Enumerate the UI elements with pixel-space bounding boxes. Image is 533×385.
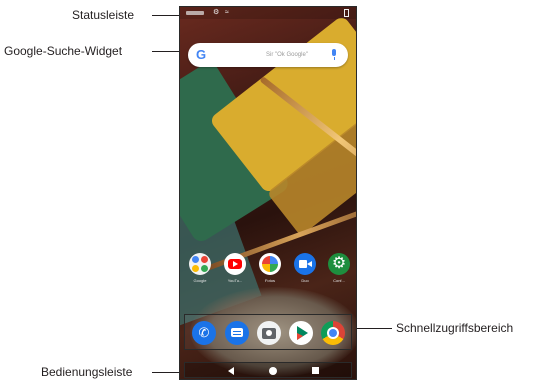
app-youtube[interactable]: YouTu...	[219, 253, 251, 284]
microphone-icon[interactable]	[331, 49, 337, 61]
phone-screen: ⚙ ≈ G Sir "Ok Google" Google YouTu... Fo…	[179, 6, 357, 380]
status-bar-time-icon	[186, 9, 206, 17]
app-label: Conf...	[333, 278, 345, 283]
youtube-icon	[224, 253, 246, 275]
leader-line-quick-access	[356, 328, 392, 329]
callout-quick-access: Schnellzugriffsbereich	[396, 321, 514, 335]
home-icon[interactable]	[269, 367, 277, 375]
google-folder-icon	[189, 253, 211, 275]
app-label: Duo	[301, 278, 309, 283]
search-hint: Sir "Ok Google"	[266, 52, 308, 58]
app-settings[interactable]: ⚙ Conf...	[323, 253, 355, 284]
status-bar[interactable]: ⚙ ≈	[180, 7, 356, 19]
callout-navigation-bar: Bedienungsleiste	[41, 365, 133, 379]
notification-status-icon: ≈	[225, 9, 229, 16]
phone-icon[interactable]: ✆	[192, 321, 216, 345]
callout-search-widget: Google-Suche-Widget	[4, 44, 123, 58]
app-google-folder[interactable]: Google	[184, 253, 216, 284]
app-label: Fotos	[264, 278, 275, 283]
messages-icon[interactable]	[225, 321, 249, 345]
app-duo[interactable]: Duo	[289, 253, 321, 284]
chrome-icon[interactable]	[321, 321, 345, 345]
google-logo-icon: G	[196, 47, 207, 62]
leader-line-navigation-bar	[152, 372, 180, 373]
app-label: YouTu...	[227, 278, 243, 283]
recents-icon[interactable]	[312, 367, 319, 374]
back-icon[interactable]	[228, 367, 234, 375]
camera-icon[interactable]	[257, 321, 281, 345]
callout-statusbar: Statusleiste	[72, 8, 135, 22]
quick-access-dock: ✆	[184, 314, 352, 350]
app-label: Google	[193, 278, 207, 283]
leader-line-statusbar	[152, 15, 180, 16]
google-search-widget[interactable]: G Sir "Ok Google"	[188, 43, 348, 67]
app-photos[interactable]: Fotos	[254, 253, 286, 284]
duo-icon	[294, 253, 316, 275]
settings-gear-status-icon: ⚙	[213, 9, 220, 16]
settings-icon: ⚙	[328, 253, 350, 275]
battery-icon	[344, 9, 349, 17]
navigation-bar	[184, 362, 352, 378]
photos-icon	[259, 253, 281, 275]
play-store-icon[interactable]	[289, 321, 313, 345]
leader-line-search-widget	[152, 51, 180, 52]
